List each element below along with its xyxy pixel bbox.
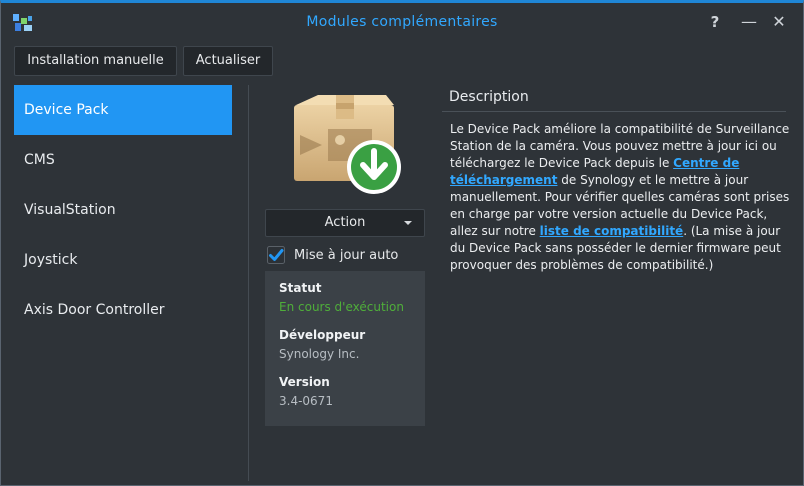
sidebar-item-cms[interactable]: CMS (14, 135, 232, 185)
caret-down-icon (404, 221, 412, 225)
status-value: En cours d'exécution (279, 300, 404, 314)
title-bar[interactable]: Modules complémentaires ? — ✕ (1, 3, 803, 41)
refresh-button[interactable]: Actualiser (183, 46, 273, 76)
close-button[interactable]: ✕ (769, 12, 789, 32)
sidebar-item-axis-door-controller[interactable]: Axis Door Controller (14, 285, 232, 335)
package-info-panel: Statut En cours d'exécution Développeur … (265, 271, 425, 426)
manual-install-button[interactable]: Installation manuelle (14, 46, 177, 76)
developer-label: Développeur (279, 328, 366, 342)
sidebar-item-label: CMS (24, 152, 55, 168)
description-text: Le Device Pack améliore la compatibilité… (450, 121, 790, 274)
status-label: Statut (279, 281, 322, 295)
auto-update-label: Mise à jour auto (294, 247, 399, 263)
minimize-button[interactable]: — (739, 12, 759, 32)
sidebar-item-device-pack[interactable]: Device Pack (14, 85, 232, 135)
sidebar-item-label: VisualStation (24, 202, 116, 218)
action-dropdown-button[interactable]: Action (265, 209, 425, 237)
description-divider (442, 111, 786, 112)
sidebar-item-visualstation[interactable]: VisualStation (14, 185, 232, 235)
help-button[interactable]: ? (705, 12, 725, 32)
description-heading: Description (449, 89, 529, 105)
sidebar: Device Pack CMS VisualStation Joystick A… (14, 85, 232, 475)
auto-update-toggle[interactable]: Mise à jour auto (267, 245, 398, 265)
package-box-with-download-arrow-icon (294, 95, 401, 194)
sidebar-item-label: Joystick (24, 252, 78, 268)
modules-window: Modules complémentaires ? — ✕ Installati… (0, 0, 804, 486)
panel-divider (248, 85, 249, 481)
sidebar-item-joystick[interactable]: Joystick (14, 235, 232, 285)
developer-value: Synology Inc. (279, 347, 360, 361)
version-label: Version (279, 375, 330, 389)
version-value: 3.4-0671 (279, 394, 333, 408)
sidebar-item-label: Device Pack (24, 102, 109, 118)
checkbox-checked-icon[interactable] (267, 246, 285, 264)
compatibility-list-link[interactable]: liste de compatibilité (540, 224, 684, 238)
sidebar-item-label: Axis Door Controller (24, 302, 165, 318)
window-title: Modules complémentaires (306, 14, 498, 30)
action-label: Action (324, 215, 366, 230)
